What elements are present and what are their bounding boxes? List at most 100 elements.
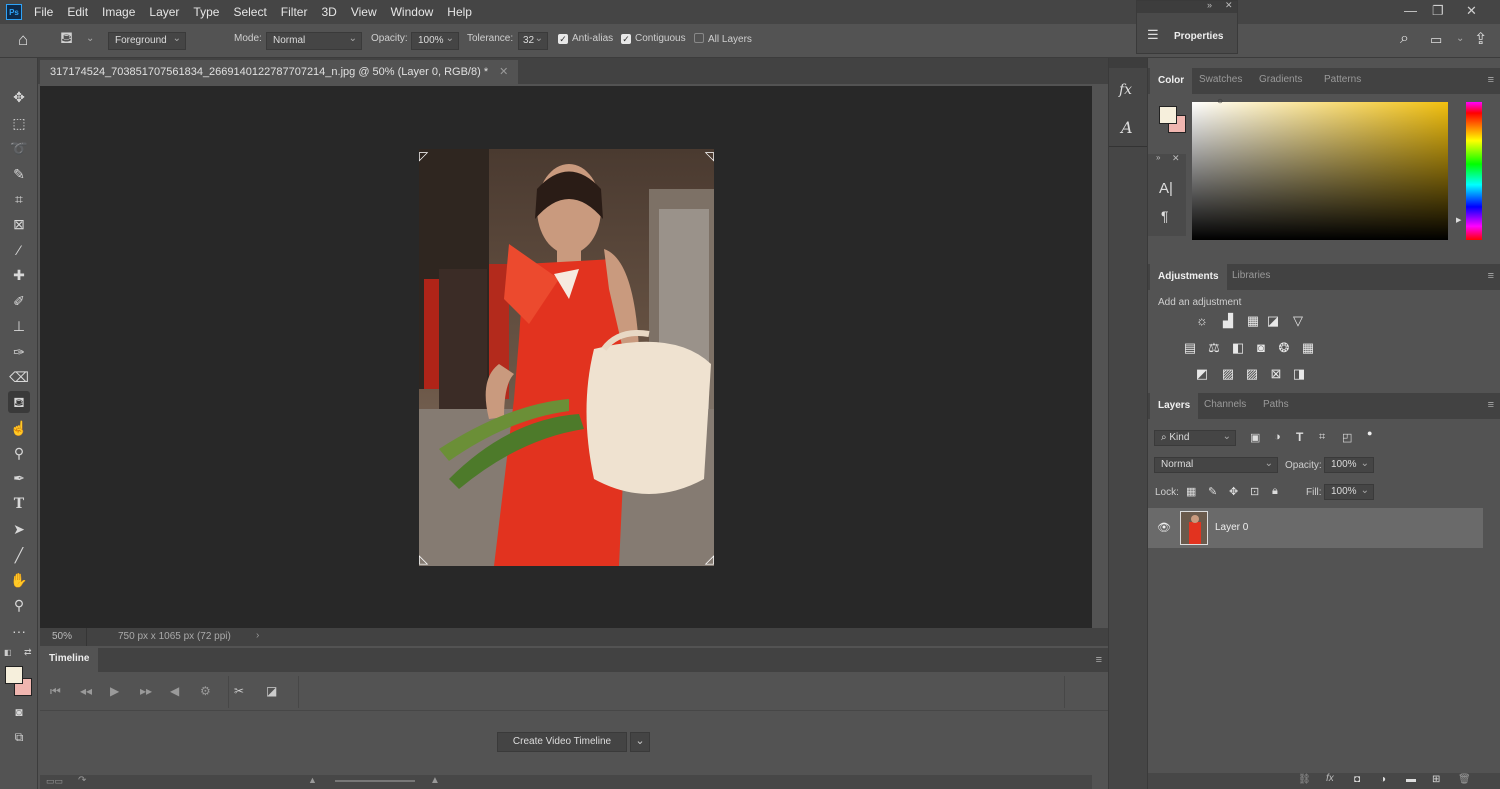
dodge-tool-icon[interactable]: ⚲ xyxy=(8,442,30,464)
gradient-map-icon[interactable]: ◨ xyxy=(1291,367,1307,381)
collapse-icon[interactable]: » xyxy=(1207,0,1212,10)
transform-corner-icon[interactable]: ◹ xyxy=(705,149,714,163)
invert-icon[interactable]: ◩ xyxy=(1194,367,1210,381)
filter-pixel-icon[interactable]: ▣ xyxy=(1250,431,1260,444)
collapse-icon[interactable]: » xyxy=(1156,153,1160,162)
tolerance-field[interactable]: 32 xyxy=(518,32,548,50)
share-icon[interactable]: ⇪ xyxy=(1474,29,1487,49)
chevron-down-icon[interactable]: ⌄ xyxy=(630,732,650,752)
fill-field[interactable]: 100% xyxy=(1324,484,1374,500)
close-icon[interactable]: ✕ xyxy=(1172,153,1180,164)
character-icon[interactable]: A| xyxy=(1159,180,1173,197)
new-layer-icon[interactable]: ⊞ xyxy=(1432,774,1440,785)
close-icon[interactable]: ✕ xyxy=(1466,3,1477,19)
posterize-icon[interactable]: ▨ xyxy=(1220,367,1236,381)
default-colors-icon[interactable]: ◧ xyxy=(4,648,12,657)
mode-dropdown[interactable]: Normal xyxy=(266,32,362,50)
close-icon[interactable]: ✕ xyxy=(1225,0,1233,11)
convert-icon[interactable]: ↷ xyxy=(78,775,86,786)
screen-mode-icon[interactable]: ⧉ xyxy=(8,726,30,748)
smudge-tool-icon[interactable]: ☝ xyxy=(8,417,30,439)
document-image[interactable]: ◸ ◹ ◺ ◿ xyxy=(419,149,714,566)
eraser-tool-icon[interactable]: ⌫ xyxy=(8,366,30,388)
history-brush-tool-icon[interactable]: ✑ xyxy=(8,341,30,363)
hue-slider-marker-icon[interactable]: ▶ xyxy=(1456,216,1461,224)
panel-menu-icon[interactable]: ≡ xyxy=(1488,399,1494,411)
crop-tool-icon[interactable]: ⌗ xyxy=(8,188,30,210)
lock-image-icon[interactable]: ✎ xyxy=(1208,485,1217,498)
hand-tool-icon[interactable]: ✋ xyxy=(8,569,30,591)
channel-mixer-icon[interactable]: ❂ xyxy=(1276,341,1292,355)
menu-layer[interactable]: Layer xyxy=(147,3,181,21)
layer-opacity-field[interactable]: 100% xyxy=(1324,457,1374,473)
add-mask-icon[interactable]: ◘ xyxy=(1354,774,1360,785)
paint-bucket-preset-icon[interactable]: ⛾ xyxy=(60,29,73,49)
paint-bucket-tool-icon[interactable]: ⛾ xyxy=(8,391,30,413)
more-tools-icon[interactable]: ··· xyxy=(8,620,30,642)
quick-mask-icon[interactable]: ◙ xyxy=(8,701,30,723)
type-tool-icon[interactable]: T xyxy=(8,493,30,515)
tab-channels[interactable]: Channels xyxy=(1204,399,1246,410)
color-picker-cursor[interactable]: ○ xyxy=(1217,96,1223,107)
filter-smart-object-icon[interactable]: ◰ xyxy=(1342,431,1352,444)
document-tab[interactable]: 317174524_703851707561834_26691401227877… xyxy=(40,60,519,84)
menu-select[interactable]: Select xyxy=(231,3,268,21)
next-frame-icon[interactable]: ▸▸ xyxy=(140,684,152,698)
restore-icon[interactable]: ❐ xyxy=(1432,3,1444,19)
swap-colors-icon[interactable]: ⇄ xyxy=(24,647,32,658)
home-icon[interactable]: ⌂ xyxy=(18,30,28,50)
tab-swatches[interactable]: Swatches xyxy=(1199,74,1242,85)
menu-help[interactable]: Help xyxy=(445,3,474,21)
link-layers-icon[interactable]: ⛓ xyxy=(1298,774,1311,785)
anti-alias-checkbox[interactable]: ✓ Anti-alias xyxy=(558,33,613,44)
zoom-out-icon[interactable]: ▲ xyxy=(308,775,317,785)
layer-name[interactable]: Layer 0 xyxy=(1215,522,1248,533)
properties-title[interactable]: Properties xyxy=(1174,31,1223,42)
tab-libraries[interactable]: Libraries xyxy=(1232,270,1270,281)
eyedropper-tool-icon[interactable]: ⁄ xyxy=(8,239,30,261)
chevron-right-icon[interactable]: › xyxy=(256,630,259,641)
panel-menu-icon[interactable]: ≡ xyxy=(1096,654,1102,666)
blend-mode-dropdown[interactable]: Normal xyxy=(1154,457,1278,473)
audio-icon[interactable]: ◀ xyxy=(170,684,179,698)
play-icon[interactable]: ▶ xyxy=(110,684,119,698)
menu-image[interactable]: Image xyxy=(100,3,137,21)
hue-saturation-icon[interactable]: ▤ xyxy=(1182,341,1198,355)
new-group-icon[interactable]: ▬ xyxy=(1406,774,1416,785)
color-picker-field[interactable]: ○ xyxy=(1192,96,1448,240)
timeline-zoom-slider[interactable] xyxy=(335,780,415,782)
panel-header[interactable] xyxy=(1109,58,1147,68)
workspace-icon[interactable]: ▭ xyxy=(1430,32,1442,48)
delete-layer-icon[interactable]: 🗑︎ xyxy=(1458,774,1471,785)
split-scissors-icon[interactable]: ✂ xyxy=(234,684,244,698)
line-tool-icon[interactable]: ╱ xyxy=(8,544,30,566)
lock-position-icon[interactable]: ✥ xyxy=(1229,485,1238,498)
foreground-color-swatch[interactable] xyxy=(1159,106,1177,124)
filter-type-icon[interactable]: T xyxy=(1296,430,1303,444)
black-white-icon[interactable]: ◧ xyxy=(1230,341,1246,355)
layer-row[interactable]: 👁︎ Layer 0 xyxy=(1148,508,1483,548)
path-selection-tool-icon[interactable]: ➤ xyxy=(8,518,30,540)
layer-style-icon[interactable]: fx xyxy=(1326,773,1334,784)
filter-toggle-icon[interactable]: ● xyxy=(1367,428,1372,438)
panel-menu-icon[interactable]: ≡ xyxy=(1488,74,1494,86)
tab-color[interactable]: Color xyxy=(1150,68,1193,94)
glyphs-icon[interactable]: A xyxy=(1121,118,1133,137)
tab-patterns[interactable]: Patterns xyxy=(1324,74,1361,85)
layer-thumbnail[interactable] xyxy=(1180,511,1208,545)
levels-icon[interactable]: ▟ xyxy=(1220,314,1236,328)
lock-all-icon[interactable]: 🔒︎ xyxy=(1272,485,1278,498)
threshold-icon[interactable]: ▨ xyxy=(1244,367,1260,381)
transform-corner-icon[interactable]: ◿ xyxy=(705,552,714,566)
minimize-icon[interactable]: — xyxy=(1404,3,1417,18)
selective-color-icon[interactable]: ⊠ xyxy=(1268,367,1284,381)
new-adjustment-icon[interactable]: ◑ xyxy=(1380,774,1386,785)
menu-3d[interactable]: 3D xyxy=(319,3,338,21)
healing-brush-tool-icon[interactable]: ✚ xyxy=(8,264,30,286)
lock-artboard-icon[interactable]: ⊡ xyxy=(1250,485,1259,498)
frame-animation-icon[interactable]: ▭▭ xyxy=(46,776,63,787)
marquee-tool-icon[interactable]: ⬚ xyxy=(8,112,30,134)
vibrance-icon[interactable]: ▽ xyxy=(1290,314,1306,328)
panel-menu-icon[interactable]: ≡ xyxy=(1488,270,1494,282)
color-lookup-icon[interactable]: ▦ xyxy=(1300,341,1316,355)
